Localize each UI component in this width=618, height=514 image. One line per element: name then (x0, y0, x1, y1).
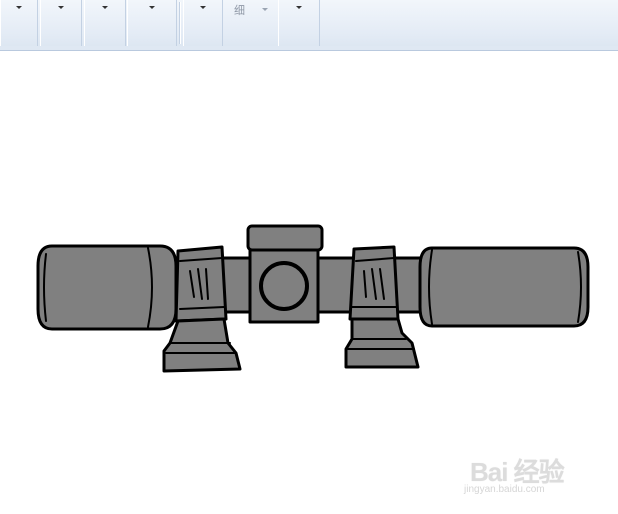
chevron-down-icon (16, 6, 22, 9)
chevron-down-icon (262, 8, 268, 11)
chevron-down-icon (149, 6, 155, 9)
ribbon-bottom-edge (0, 46, 618, 50)
left-barrel (36, 244, 178, 331)
dropdown-button[interactable] (127, 0, 177, 46)
chevron-down-icon (102, 6, 108, 9)
group-separator (179, 2, 180, 44)
left-mount-base (162, 317, 242, 373)
watermark-url: jingyan.baidu.com (464, 484, 545, 495)
drawing-canvas[interactable]: Bai 经验 jingyan.baidu.com (0, 51, 618, 514)
size-dropdown-button[interactable]: 细 (226, 0, 274, 46)
right-barrel (418, 246, 590, 328)
dropdown-button[interactable] (84, 0, 126, 46)
right-mount-base (344, 317, 420, 369)
dropdown-button[interactable] (40, 0, 82, 46)
chevron-down-icon (58, 6, 64, 9)
rifle-scope-drawing (36, 224, 590, 373)
size-label: 细 (234, 4, 245, 17)
chevron-down-icon (296, 6, 302, 9)
chevron-down-icon (200, 6, 206, 9)
watermark: Bai 经验 jingyan.baidu.com (464, 452, 584, 500)
dropdown-button[interactable] (278, 0, 320, 46)
ribbon-toolbar: 细 (0, 0, 618, 51)
turret-cap (246, 224, 324, 252)
dropdown-button[interactable] (183, 0, 223, 46)
dropdown-button[interactable] (0, 0, 38, 46)
